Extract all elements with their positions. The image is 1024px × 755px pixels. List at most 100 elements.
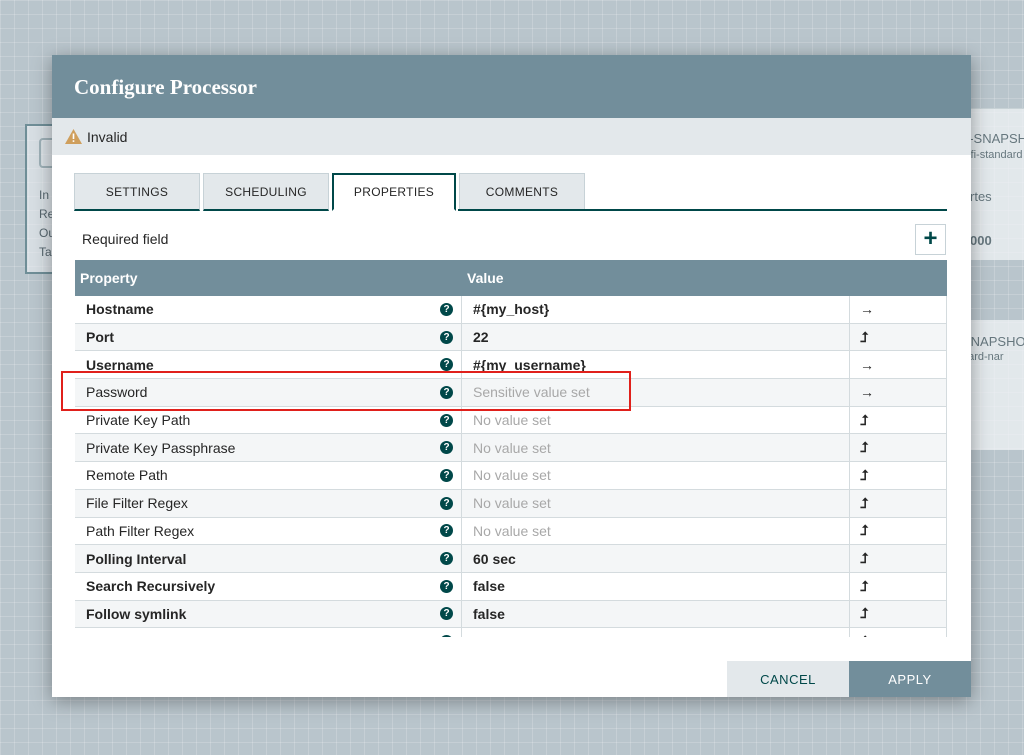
arrow-right-icon[interactable]: →	[860, 301, 874, 317]
table-row[interactable]: Remote Path? No value set ⮥	[75, 462, 947, 490]
dialog-tabs: SETTINGS SCHEDULING PROPERTIES COMMENTS	[74, 173, 588, 211]
property-action-cell: ⮥	[850, 517, 947, 546]
arrow-right-icon[interactable]: →	[860, 357, 874, 373]
property-value-cell[interactable]: No value set	[462, 517, 850, 546]
column-header-value[interactable]: Value	[462, 270, 504, 286]
property-name-cell: Port?	[75, 323, 462, 352]
table-row[interactable]: Private Key Passphrase? No value set ⮥	[75, 434, 947, 463]
property-action-cell: →	[850, 379, 947, 407]
bg-card-text: rtes	[970, 189, 992, 204]
property-action-cell: →	[850, 296, 947, 324]
question-circle-icon[interactable]: ?	[440, 468, 453, 482]
property-value: false	[473, 605, 505, 622]
question-circle-icon[interactable]: ?	[440, 330, 453, 344]
bg-card-text: SNAPSHOT	[962, 334, 1024, 349]
table-row[interactable]: Ignore Dotted Files? true ⮥	[75, 628, 947, 637]
property-name: Private Key Passphrase	[86, 439, 236, 456]
bg-card-text: 000	[970, 233, 992, 248]
property-name-cell: Remote Path?	[75, 462, 462, 490]
table-row[interactable]: Hostname? #{my_host} →	[75, 296, 947, 324]
question-circle-icon[interactable]: ?	[440, 607, 453, 621]
question-circle-icon[interactable]: ?	[440, 552, 453, 566]
property-action-cell: ⮥	[850, 572, 947, 601]
property-name: Path Filter Regex	[86, 522, 195, 539]
arrow-up-icon[interactable]: ⮥	[860, 522, 868, 539]
property-value-cell[interactable]: No value set	[462, 462, 850, 490]
question-circle-icon[interactable]: ?	[440, 358, 453, 372]
property-value: #{my_host}	[473, 301, 550, 318]
arrow-up-icon[interactable]: ⮥	[860, 633, 868, 637]
property-action-cell: ⮥	[850, 406, 947, 435]
tabs-underline	[458, 209, 947, 211]
table-row[interactable]: Search Recursively? false ⮥	[75, 572, 947, 601]
question-circle-icon[interactable]: ?	[440, 635, 453, 637]
property-action-cell: ⮥	[850, 489, 947, 518]
property-value-cell[interactable]: false	[462, 600, 850, 629]
table-row[interactable]: File Filter Regex? No value set ⮥	[75, 489, 947, 518]
property-name: Polling Interval	[86, 550, 187, 567]
property-value: No value set	[473, 467, 551, 484]
property-value: No value set	[473, 522, 551, 539]
question-circle-icon[interactable]: ?	[440, 441, 453, 455]
question-circle-icon[interactable]: ?	[440, 524, 453, 538]
table-row[interactable]: Username? #{my_username} →	[75, 351, 947, 380]
question-circle-icon[interactable]: ?	[440, 413, 453, 427]
property-name-cell: Private Key Passphrase?	[75, 434, 462, 463]
tab-scheduling[interactable]: SCHEDULING	[203, 173, 329, 211]
question-circle-icon[interactable]: ?	[440, 302, 453, 316]
table-row[interactable]: Port? 22 ⮥	[75, 323, 947, 352]
property-value: Sensitive value set	[473, 384, 590, 401]
property-action-cell: ⮥	[850, 323, 947, 352]
arrow-up-icon[interactable]: ⮥	[860, 329, 868, 346]
property-value-cell[interactable]: false	[462, 572, 850, 601]
column-header-property[interactable]: Property	[75, 270, 462, 286]
arrow-up-icon[interactable]: ⮥	[860, 412, 868, 429]
table-body: Hostname? #{my_host} → Port? 22 ⮥ Username? #{m…	[75, 296, 947, 637]
property-value-cell[interactable]: 22	[462, 323, 850, 352]
table-row[interactable]: Password? Sensitive value set →	[75, 379, 947, 407]
status-text: Invalid	[87, 128, 128, 145]
table-header: Property Value	[75, 260, 947, 296]
property-name: Username	[86, 356, 154, 373]
property-value-cell[interactable]: No value set	[462, 434, 850, 463]
cancel-button[interactable]: CANCEL	[727, 661, 849, 697]
arrow-right-icon[interactable]: →	[860, 384, 874, 400]
property-value-cell[interactable]: #{my_username}	[462, 351, 850, 380]
property-value-cell[interactable]: No value set	[462, 406, 850, 435]
property-name: Follow symlink	[86, 605, 187, 622]
property-name: Remote Path	[86, 467, 168, 484]
properties-table: Property Value Hostname? #{my_host} → Port?…	[75, 260, 947, 637]
bg-card-text: nifi-standard	[962, 149, 1023, 161]
apply-button[interactable]: APPLY	[849, 661, 971, 697]
arrow-up-icon[interactable]: ⮥	[860, 439, 868, 456]
background-card-right-2: SNAPSHOT dard-nar	[962, 320, 1024, 450]
table-row[interactable]: Follow symlink? false ⮥	[75, 600, 947, 629]
table-row[interactable]: Path Filter Regex? No value set ⮥	[75, 517, 947, 546]
tab-properties[interactable]: PROPERTIES	[332, 173, 456, 211]
add-property-button[interactable]: +	[915, 224, 946, 255]
property-value: No value set	[473, 495, 551, 512]
question-circle-icon[interactable]: ?	[440, 385, 453, 399]
tab-comments[interactable]: COMMENTS	[459, 173, 585, 211]
question-circle-icon[interactable]: ?	[440, 579, 453, 593]
warning-triangle-icon	[65, 129, 82, 144]
property-action-cell: ⮥	[850, 628, 947, 637]
property-value-cell[interactable]: #{my_host}	[462, 296, 850, 324]
property-value-cell[interactable]: Sensitive value set	[462, 379, 850, 407]
property-name-cell: Follow symlink?	[75, 600, 462, 629]
table-row[interactable]: Polling Interval? 60 sec ⮥	[75, 545, 947, 573]
configure-processor-dialog: Configure Processor Invalid SETTINGS SCH…	[52, 55, 971, 697]
tab-settings[interactable]: SETTINGS	[74, 173, 200, 211]
arrow-up-icon[interactable]: ⮥	[860, 605, 868, 622]
property-value-cell[interactable]: true	[462, 628, 850, 637]
question-circle-icon[interactable]: ?	[440, 496, 453, 510]
arrow-up-icon[interactable]: ⮥	[860, 578, 868, 595]
arrow-up-icon[interactable]: ⮥	[860, 550, 868, 567]
arrow-up-icon[interactable]: ⮥	[860, 467, 868, 484]
property-value-cell[interactable]: 60 sec	[462, 545, 850, 573]
property-name-cell: File Filter Regex?	[75, 489, 462, 518]
property-value-cell[interactable]: No value set	[462, 489, 850, 518]
table-row[interactable]: Private Key Path? No value set ⮥	[75, 406, 947, 435]
arrow-up-icon[interactable]: ⮥	[860, 495, 868, 512]
property-value: No value set	[473, 412, 551, 429]
